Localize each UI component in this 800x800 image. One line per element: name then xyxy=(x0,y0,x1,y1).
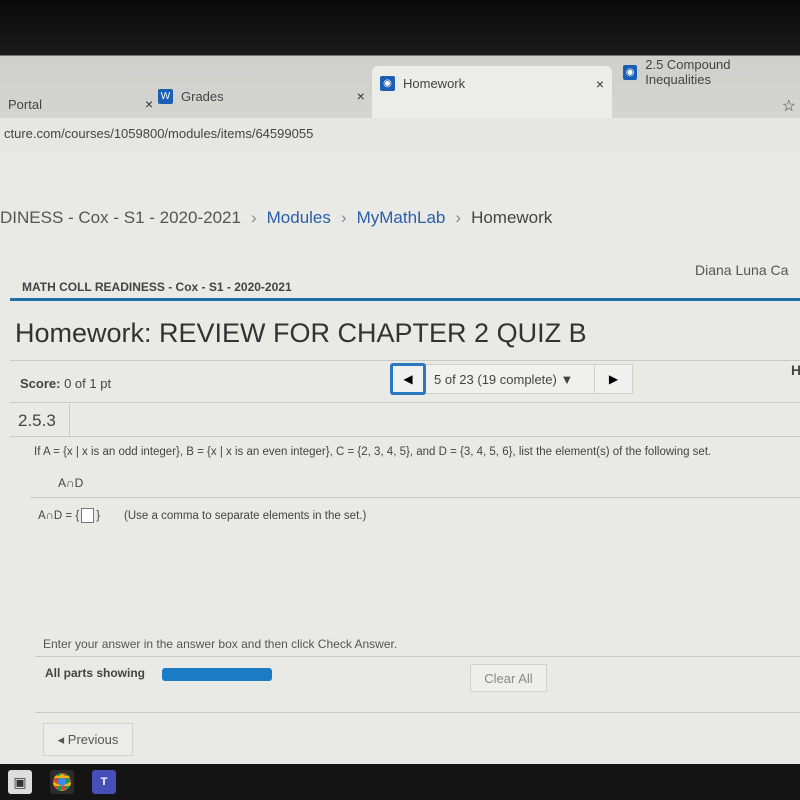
pearson-icon: ◉ xyxy=(380,76,395,91)
answer-hint: (Use a comma to separate elements in the… xyxy=(124,509,367,522)
header-divider xyxy=(10,298,800,301)
next-question-button[interactable]: ▶ xyxy=(594,365,632,393)
browser-tab-bar: Portal × W Grades × ◉ Homework × ◉ 2.5 C… xyxy=(0,0,800,118)
clear-all-button[interactable]: Clear All xyxy=(470,664,547,692)
pearson-icon: ◉ xyxy=(623,64,638,80)
parts-label: All parts showing xyxy=(45,666,146,680)
answer-prefix: A∩D = { xyxy=(38,509,80,522)
answer-suffix: } xyxy=(96,509,101,522)
tab-label: Homework xyxy=(403,76,466,91)
tab-portal[interactable]: Portal × xyxy=(0,86,161,122)
set-expression: A∩D xyxy=(58,476,84,490)
tab-homework[interactable]: ◉ Homework × xyxy=(372,66,612,118)
truncated-header-text: H xyxy=(791,362,800,378)
tab-label: Portal xyxy=(8,96,42,112)
divider xyxy=(35,712,800,713)
breadcrumb: DINESS - Cox - S1 - 2020-2021 › Modules … xyxy=(0,208,552,228)
tab-grades[interactable]: W Grades × xyxy=(150,78,373,114)
parts-progress-fill xyxy=(162,668,272,681)
breadcrumb-homework: Homework xyxy=(471,208,553,227)
breadcrumb-course[interactable]: DINESS - Cox - S1 - 2020-2021 xyxy=(0,208,241,228)
breadcrumb-separator: › xyxy=(455,208,462,227)
breadcrumb-modules[interactable]: Modules xyxy=(267,208,331,228)
bookmark-star-icon[interactable]: ☆ xyxy=(782,96,796,116)
question-navigator: ◀ 5 of 23 (19 complete) ▼ ▶ xyxy=(390,363,633,395)
store-icon[interactable]: ▣ xyxy=(8,770,32,794)
breadcrumb-mymathlab[interactable]: MyMathLab xyxy=(357,208,446,228)
answer-input[interactable] xyxy=(81,508,95,523)
teams-icon[interactable]: T xyxy=(92,770,116,794)
divider xyxy=(10,360,800,361)
taskbar: ▣ T xyxy=(0,764,800,800)
score-label: Score: xyxy=(20,376,61,391)
w-logo-icon: W xyxy=(158,88,173,104)
close-icon[interactable]: × xyxy=(596,76,604,92)
previous-question-button[interactable]: ◀ xyxy=(390,363,426,395)
tab-compound-inequalities[interactable]: ◉ 2.5 Compound Inequalities xyxy=(615,54,800,90)
parts-progress-bar xyxy=(162,668,272,681)
divider xyxy=(30,497,800,498)
divider xyxy=(10,402,800,403)
tab-label: Grades xyxy=(181,88,224,104)
question-selector[interactable]: 5 of 23 (19 complete) ▼ xyxy=(426,372,594,387)
divider xyxy=(10,436,800,437)
question-number: 2.5.3 xyxy=(10,404,70,436)
question-text: If A = {x | x is an odd integer}, B = {x… xyxy=(34,446,712,458)
previous-button[interactable]: ◂ Previous xyxy=(43,723,133,756)
answer-row: A∩D = { } (Use a comma to separate eleme… xyxy=(38,508,366,523)
chrome-icon[interactable] xyxy=(50,770,74,794)
score-value: 0 of 1 pt xyxy=(64,376,112,391)
page-title: Homework: REVIEW FOR CHAPTER 2 QUIZ B xyxy=(15,318,587,348)
score: Score: 0 of 1 pt xyxy=(20,376,111,391)
breadcrumb-separator: › xyxy=(250,208,257,227)
user-name[interactable]: Diana Luna Ca xyxy=(695,262,788,278)
tab-label: 2.5 Compound Inequalities xyxy=(645,57,731,87)
course-name: MATH COLL READINESS - Cox - S1 - 2020-20… xyxy=(22,280,292,294)
instruction-text: Enter your answer in the answer box and … xyxy=(43,637,398,651)
divider xyxy=(35,656,800,657)
address-bar[interactable]: cture.com/courses/1059800/modules/items/… xyxy=(0,98,800,152)
close-icon[interactable]: × xyxy=(357,88,365,104)
breadcrumb-separator: › xyxy=(340,208,347,227)
url-text: cture.com/courses/1059800/modules/items/… xyxy=(4,126,314,141)
